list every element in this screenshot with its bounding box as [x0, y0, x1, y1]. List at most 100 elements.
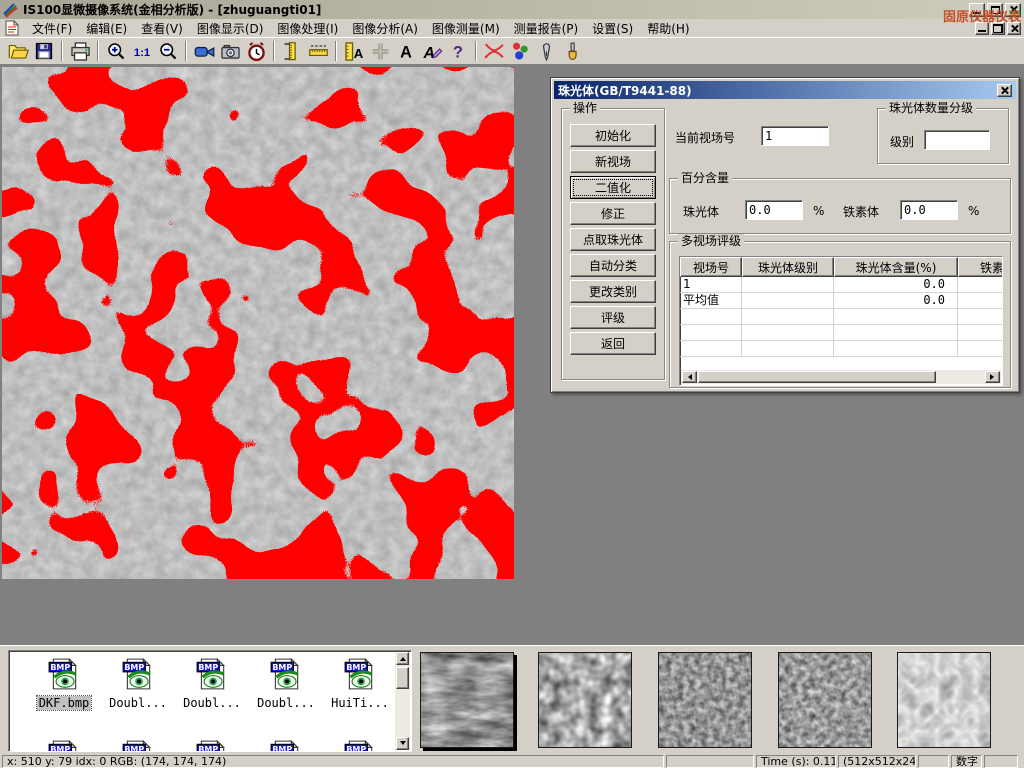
- document-icon: [3, 20, 21, 36]
- menu-item-edit[interactable]: 编辑(E): [79, 19, 134, 38]
- scroll-down-button[interactable]: [396, 737, 409, 750]
- thumbnail-image[interactable]: [778, 652, 872, 748]
- colored-balls-icon: [510, 41, 531, 62]
- binarized-micrograph: [2, 67, 514, 579]
- brush-button[interactable]: [559, 39, 585, 63]
- table-row[interactable]: [680, 309, 1002, 325]
- scroll-left-button[interactable]: [682, 371, 697, 383]
- pen-button[interactable]: [533, 39, 559, 63]
- pick-pearlite-button[interactable]: 点取珠光体: [570, 228, 656, 251]
- binarize-button[interactable]: 二值化: [570, 176, 656, 199]
- scroll-up-button[interactable]: [396, 652, 409, 665]
- caliper-button[interactable]: [279, 39, 305, 63]
- crosshair-button[interactable]: [367, 39, 393, 63]
- help-button[interactable]: ?: [445, 39, 471, 63]
- scrollbar-thumb[interactable]: [698, 371, 936, 383]
- print-button[interactable]: [67, 39, 93, 63]
- ruler-button[interactable]: [305, 39, 331, 63]
- maximize-button[interactable]: [987, 3, 1003, 17]
- thumbnail-image[interactable]: [538, 652, 632, 748]
- micrograph-thumbnail: [779, 653, 871, 747]
- file-item[interactable]: DKF.bmp: [27, 657, 101, 710]
- phase-classify-button[interactable]: [507, 39, 533, 63]
- scrollbar-thumb[interactable]: [396, 667, 409, 689]
- table-row[interactable]: [680, 325, 1002, 341]
- one-to-one-icon: 1:1: [131, 41, 153, 61]
- correct-button[interactable]: 修正: [570, 202, 656, 225]
- rate-button[interactable]: 评级: [570, 306, 656, 329]
- dialog-close-button[interactable]: [997, 84, 1012, 97]
- measure-label-button[interactable]: A: [341, 39, 367, 63]
- curve-measure-button[interactable]: [481, 39, 507, 63]
- timer-button[interactable]: [243, 39, 269, 63]
- mdi-close-button[interactable]: [1007, 22, 1021, 35]
- mdi-restore-button[interactable]: [991, 22, 1005, 35]
- menu-item-measure-report[interactable]: 测量报告(P): [507, 19, 586, 38]
- menu-item-view[interactable]: 查看(V): [134, 19, 190, 38]
- auto-classify-button[interactable]: 自动分类: [570, 254, 656, 277]
- ferrite-label: 铁素体: [843, 203, 879, 220]
- table-row[interactable]: [680, 341, 1002, 357]
- save-button[interactable]: [31, 39, 57, 63]
- table-row[interactable]: 平均值 0.0: [680, 293, 1002, 309]
- file-item-partial[interactable]: [27, 739, 101, 752]
- menu-item-image-analysis[interactable]: 图像分析(A): [345, 19, 425, 38]
- zoom-out-button[interactable]: [155, 39, 181, 63]
- thumbnail-image[interactable]: [897, 652, 991, 748]
- file-browser[interactable]: DKF.bmp Doubl... Doubl... Doubl... HuiTi…: [8, 650, 412, 752]
- open-file-button[interactable]: [5, 39, 31, 63]
- status-spacer-panel: [918, 755, 949, 768]
- initialize-button[interactable]: 初始化: [570, 124, 656, 147]
- new-field-button[interactable]: 新视场: [570, 150, 656, 173]
- snapshot-button[interactable]: [217, 39, 243, 63]
- column-header-ferrite[interactable]: 铁素体: [958, 257, 1003, 277]
- file-item[interactable]: Doubl...: [175, 657, 249, 710]
- ferrite-percent-input[interactable]: [900, 200, 958, 220]
- change-class-button[interactable]: 更改类别: [570, 280, 656, 303]
- column-header-pearlite-content[interactable]: 珠光体含量(%): [834, 257, 958, 277]
- column-header-field[interactable]: 视场号: [680, 257, 742, 277]
- table-row[interactable]: 1 0.0: [680, 277, 1002, 293]
- file-item-partial[interactable]: [101, 739, 175, 752]
- quantity-grading-group: 珠光体数量分级 级别: [877, 108, 1009, 164]
- actual-size-button[interactable]: 1:1: [129, 39, 155, 63]
- cell-field: [680, 325, 742, 341]
- close-button[interactable]: [1005, 3, 1021, 17]
- dialog-title-bar[interactable]: 珠光体(GB/T9441-88): [554, 81, 1016, 99]
- vertical-scrollbar[interactable]: [395, 652, 410, 750]
- mdi-minimize-button[interactable]: [975, 22, 989, 35]
- arrow-right-icon: [990, 374, 997, 380]
- menu-item-image-display[interactable]: 图像显示(D): [190, 19, 271, 38]
- horizontal-scrollbar[interactable]: [681, 370, 1001, 384]
- menu-item-file[interactable]: 文件(F): [25, 19, 79, 38]
- current-field-input[interactable]: [761, 126, 829, 146]
- return-button[interactable]: 返回: [570, 332, 656, 355]
- file-item[interactable]: HuiTi...: [323, 657, 397, 710]
- svg-text:A: A: [353, 46, 363, 61]
- scroll-right-button[interactable]: [985, 371, 1000, 383]
- pearlite-percent-input[interactable]: [745, 200, 803, 220]
- clock-icon: [246, 41, 267, 62]
- file-item-partial[interactable]: [249, 739, 323, 752]
- thumbnail-image[interactable]: [420, 652, 514, 748]
- micrograph-image[interactable]: [2, 67, 514, 579]
- zoom-in-button[interactable]: [103, 39, 129, 63]
- menu-item-settings[interactable]: 设置(S): [585, 19, 640, 38]
- file-item-partial[interactable]: [323, 739, 397, 752]
- level-input[interactable]: [924, 130, 990, 150]
- menu-item-image-measure[interactable]: 图像测量(M): [425, 19, 507, 38]
- bmp-file-icon: [47, 739, 81, 752]
- status-mode: 数字: [951, 755, 982, 768]
- file-item[interactable]: Doubl...: [249, 657, 323, 710]
- menu-item-help[interactable]: 帮助(H): [640, 19, 696, 38]
- column-header-pearlite-grade[interactable]: 珠光体级别: [742, 257, 834, 277]
- text-button[interactable]: A: [393, 39, 419, 63]
- minimize-button[interactable]: [969, 3, 985, 17]
- annotate-button[interactable]: A: [419, 39, 445, 63]
- menu-item-image-process[interactable]: 图像处理(I): [270, 19, 345, 38]
- file-item-partial[interactable]: [175, 739, 249, 752]
- video-capture-button[interactable]: [191, 39, 217, 63]
- thumbnail-image[interactable]: [658, 652, 752, 748]
- toolbar-separator: [475, 41, 477, 61]
- file-item[interactable]: Doubl...: [101, 657, 175, 710]
